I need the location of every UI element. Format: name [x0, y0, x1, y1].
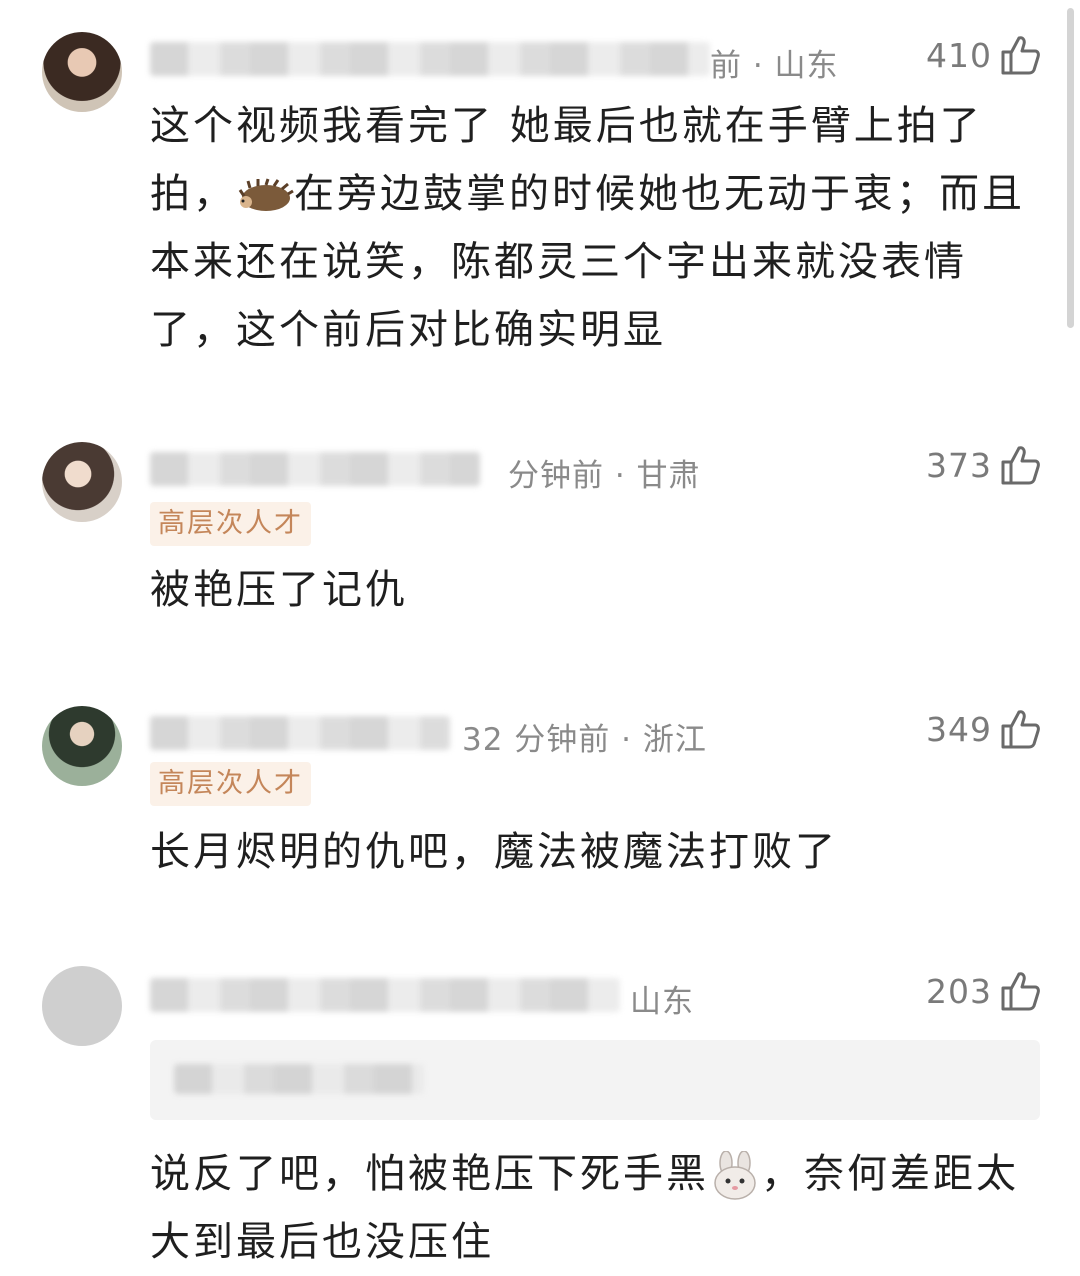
avatar[interactable]	[42, 442, 122, 522]
comment-time-location: 分钟前 · 甘肃	[508, 458, 701, 494]
comment-time-location: 前 · 山东	[710, 48, 839, 84]
like-count: 203	[926, 971, 992, 1011]
comment-item: 山东 203 说反了吧，怕被艳压下死手黑 ，奈何差距太大到最后也没压住	[0, 960, 1080, 1275]
thumbs-up-icon	[1001, 972, 1040, 1011]
thumbs-up-icon	[1001, 36, 1040, 75]
quoted-reply-box[interactable]	[150, 1040, 1040, 1120]
like-count: 349	[926, 709, 992, 749]
username-blurred[interactable]	[150, 716, 450, 750]
comment-meta: 分钟前 · 甘肃	[150, 444, 1040, 494]
avatar[interactable]	[42, 706, 122, 786]
comment-time-location: 32 分钟前 · 浙江	[462, 722, 707, 758]
username-blurred[interactable]	[150, 978, 620, 1012]
comment-text: 这个视频我看完了 她最后也就在手臂上拍了拍， 在旁边鼓掌的时候她也无动于衷；而且本…	[150, 92, 1040, 364]
username-blurred[interactable]	[150, 42, 710, 76]
like-button[interactable]: 203	[926, 970, 1040, 1012]
thumbs-up-icon	[1001, 446, 1040, 485]
username-blurred[interactable]	[150, 452, 480, 486]
comment-meta: 山东	[150, 970, 1040, 1020]
quoted-text-blurred	[174, 1064, 424, 1094]
thumbs-up-icon	[1001, 710, 1040, 749]
comment-item: 32 分钟前 · 浙江 349 高层次人才 长月烬明的仇吧，魔法被魔法打败了	[0, 680, 1080, 960]
rabbit-icon	[714, 1151, 756, 1200]
comment-meta: 32 分钟前 · 浙江	[150, 708, 1040, 758]
comment-item: 分钟前 · 甘肃 373 高层次人才 被艳压了记仇	[0, 420, 1080, 680]
like-button[interactable]: 349	[926, 708, 1040, 750]
hedgehog-icon	[238, 178, 294, 211]
like-button[interactable]: 373	[926, 444, 1040, 486]
comment-text: 说反了吧，怕被艳压下死手黑 ，奈何差距太大到最后也没压住	[150, 1140, 1040, 1276]
user-badge: 高层次人才	[150, 762, 311, 806]
like-count: 410	[926, 35, 992, 75]
avatar[interactable]	[42, 32, 122, 112]
user-badge: 高层次人才	[150, 502, 311, 546]
comment-meta: 前 · 山东	[150, 34, 1040, 84]
avatar[interactable]	[42, 966, 122, 1046]
comment-text-part: 说反了吧，怕被艳压下死手黑	[150, 1151, 709, 1197]
comment-text: 长月烬明的仇吧，魔法被魔法打败了	[150, 829, 838, 875]
comment-text: 被艳压了记仇	[150, 567, 408, 613]
comment-item: 前 · 山东 410 这个视频我看完了 她最后也就在手臂上拍了拍， 在旁边鼓掌的时…	[0, 0, 1080, 420]
comment-time-location: 山东	[630, 984, 694, 1020]
like-button[interactable]: 410	[926, 34, 1040, 76]
like-count: 373	[926, 445, 992, 485]
